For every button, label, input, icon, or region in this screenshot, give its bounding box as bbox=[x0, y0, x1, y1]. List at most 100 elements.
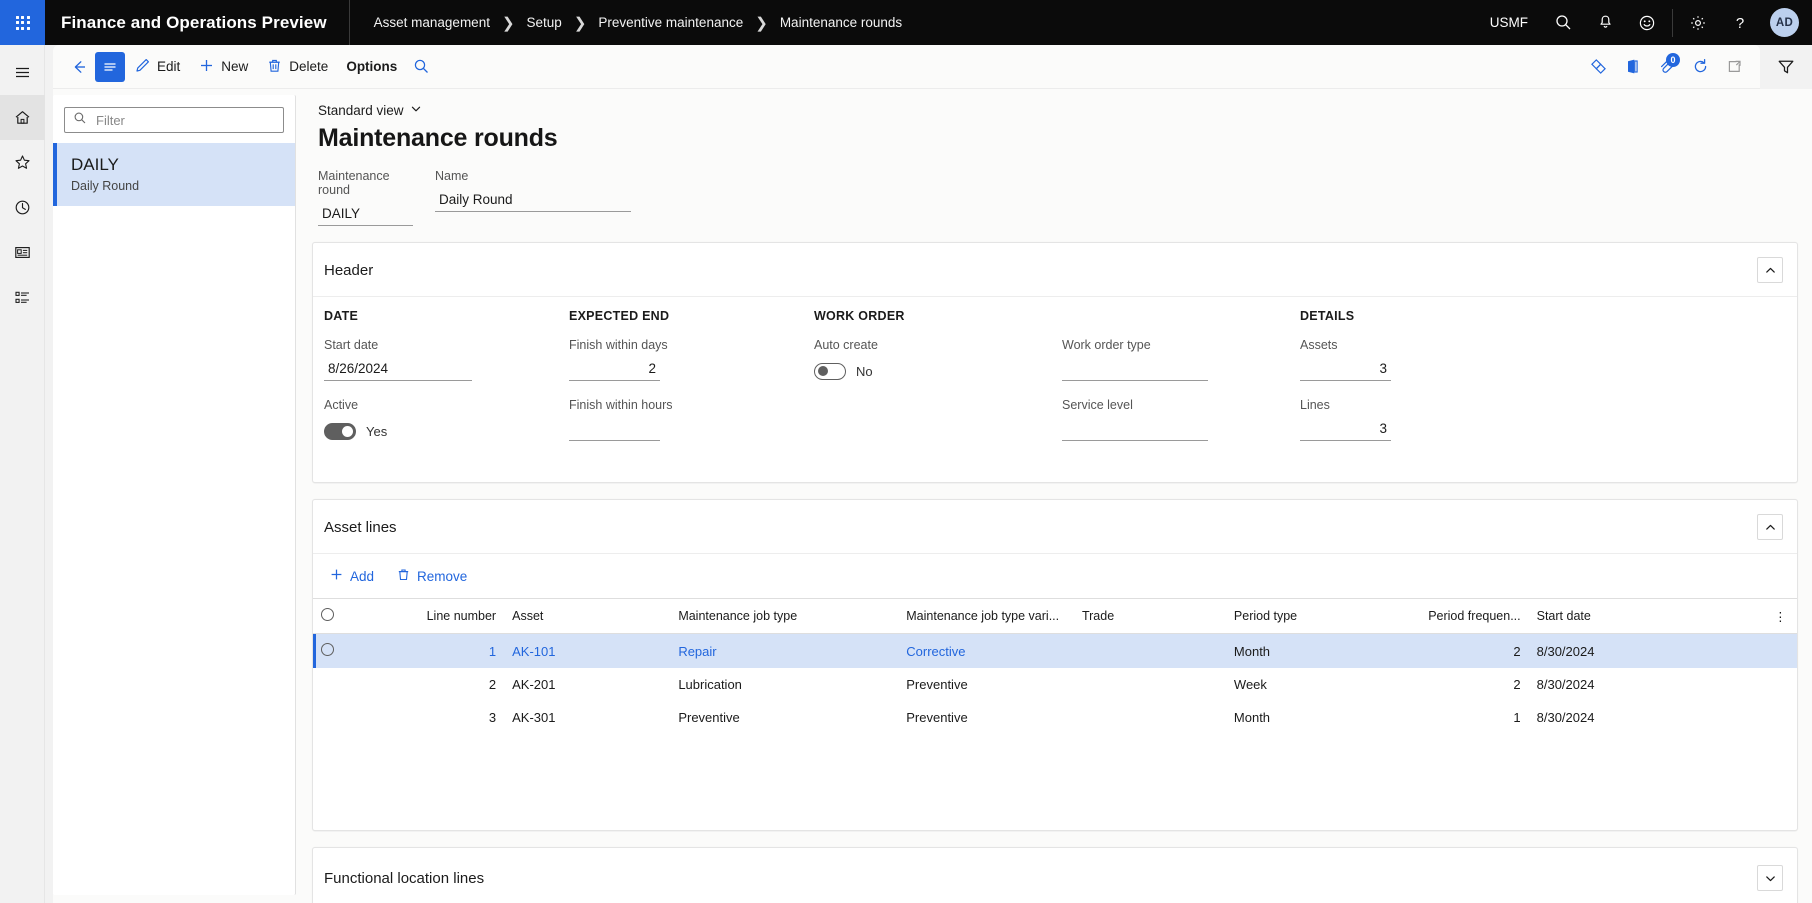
edit-pencil-icon bbox=[134, 57, 151, 77]
column-header-maintenance-job-type-variant[interactable]: Maintenance job type vari... bbox=[898, 598, 1074, 634]
header-fasttab-header[interactable]: Header bbox=[313, 243, 1797, 297]
add-line-button[interactable]: Add bbox=[321, 563, 382, 589]
maintenance-round-input[interactable]: DAILY bbox=[318, 204, 413, 226]
action-pane: Edit New Delete Options 0 bbox=[53, 45, 1760, 89]
service-level-input[interactable] bbox=[1062, 419, 1208, 441]
action-search-button[interactable] bbox=[406, 52, 437, 82]
refresh-icon[interactable] bbox=[1684, 52, 1716, 82]
open-in-new-window-icon[interactable] bbox=[1718, 52, 1750, 82]
breadcrumb-item-asset-management[interactable]: Asset management bbox=[368, 13, 496, 32]
cell-maintenance-job-type[interactable]: Repair bbox=[670, 634, 898, 669]
breadcrumb-item-setup[interactable]: Setup bbox=[521, 13, 568, 32]
feedback-smiley-icon[interactable] bbox=[1626, 0, 1668, 45]
row-select-cell[interactable] bbox=[313, 668, 379, 701]
modules-list-icon[interactable] bbox=[0, 275, 45, 320]
action-pane-row: Edit New Delete Options 0 bbox=[45, 45, 1812, 89]
avatar[interactable]: AD bbox=[1770, 8, 1799, 37]
cell-line-number: 1 bbox=[488, 643, 497, 659]
filter-input[interactable] bbox=[94, 111, 275, 129]
delete-button[interactable]: Delete bbox=[257, 52, 337, 82]
functional-location-lines-fasttab: Functional location lines bbox=[312, 847, 1798, 903]
maintenance-round-field: Maintenance round DAILY bbox=[318, 169, 413, 226]
select-all-header[interactable] bbox=[313, 598, 380, 634]
header-fasttab-collapse-button[interactable] bbox=[1757, 257, 1783, 283]
select-all-radio-icon[interactable] bbox=[321, 608, 334, 621]
cell-maintenance-job-type-variant[interactable]: Corrective bbox=[898, 634, 1074, 669]
search-icon[interactable] bbox=[1542, 0, 1584, 45]
cell-period-frequency: 1 bbox=[1513, 710, 1521, 725]
header-fasttab-title: Header bbox=[324, 261, 374, 279]
edit-button-label: Edit bbox=[157, 59, 181, 74]
help-question-icon[interactable]: ? bbox=[1719, 0, 1761, 45]
cell-line-number: 2 bbox=[488, 677, 497, 692]
name-input[interactable]: Daily Round bbox=[435, 190, 631, 212]
asset-lines-fasttab-header[interactable]: Asset lines bbox=[313, 500, 1797, 554]
home-icon[interactable] bbox=[0, 95, 45, 140]
column-header-period-type[interactable]: Period type bbox=[1225, 598, 1399, 634]
column-header-line-number[interactable]: Line number bbox=[379, 598, 505, 634]
options-button[interactable]: Options bbox=[337, 52, 406, 82]
workspaces-icon[interactable] bbox=[0, 230, 45, 275]
cell-trade bbox=[1074, 701, 1226, 734]
app-title: Finance and Operations Preview bbox=[61, 12, 327, 32]
add-line-button-label: Add bbox=[350, 568, 375, 584]
column-header-start-date[interactable]: Start date bbox=[1528, 598, 1767, 634]
recent-clock-icon[interactable] bbox=[0, 185, 45, 230]
table-row[interactable]: 1 AK-101 Repair Corrective Month 2 8/30/… bbox=[313, 633, 1797, 669]
hamburger-menu-icon[interactable] bbox=[0, 50, 45, 95]
show-list-toggle-button[interactable] bbox=[95, 51, 125, 82]
attachments-icon[interactable]: 0 bbox=[1650, 52, 1682, 82]
filter-box[interactable] bbox=[64, 107, 284, 133]
functional-location-lines-header[interactable]: Functional location lines bbox=[313, 848, 1797, 903]
page-body: Edit New Delete Options 0 Filter DAILY D… bbox=[0, 45, 1812, 903]
lines-label: Lines bbox=[1300, 398, 1330, 412]
view-selector[interactable]: Standard view bbox=[296, 89, 422, 118]
relationships-icon[interactable] bbox=[1582, 52, 1614, 82]
favorites-star-icon[interactable] bbox=[0, 140, 45, 185]
work-order-type-input[interactable] bbox=[1062, 359, 1208, 381]
breadcrumb-item-maintenance-rounds[interactable]: Maintenance rounds bbox=[774, 13, 908, 32]
finish-within-days-input[interactable]: 2 bbox=[569, 359, 660, 381]
cell-trade bbox=[1074, 634, 1226, 669]
grid-options-kebab-icon[interactable]: ⋮ bbox=[1766, 598, 1797, 634]
row-select-cell[interactable] bbox=[313, 633, 379, 669]
edit-button[interactable]: Edit bbox=[125, 52, 189, 82]
active-toggle[interactable] bbox=[324, 422, 356, 440]
functional-location-lines-expand-button[interactable] bbox=[1757, 865, 1783, 891]
start-date-input[interactable]: 8/26/2024 bbox=[324, 359, 472, 381]
breadcrumb-item-preventive-maintenance[interactable]: Preventive maintenance bbox=[592, 13, 749, 32]
remove-line-button[interactable]: Remove bbox=[388, 563, 475, 589]
table-row[interactable]: 3 AK-301 Preventive Preventive Month 1 8… bbox=[313, 701, 1797, 734]
header-fields-grid: DATE Start date 8/26/2024 Active Yes EXP… bbox=[313, 297, 1797, 482]
company-selector[interactable]: USMF bbox=[1476, 15, 1542, 30]
cell-maintenance-job-type-variant: Preventive bbox=[906, 677, 968, 692]
asset-lines-fasttab: Asset lines Add Remove Line number Asset… bbox=[312, 499, 1798, 831]
finish-within-hours-input[interactable] bbox=[569, 419, 660, 441]
cell-asset[interactable]: AK-101 bbox=[504, 634, 670, 669]
column-header-asset[interactable]: Asset bbox=[504, 598, 671, 634]
finish-within-hours-field: Finish within hours bbox=[569, 398, 814, 441]
auto-create-toggle[interactable] bbox=[814, 362, 846, 380]
row-select-cell[interactable] bbox=[313, 701, 379, 734]
cell-row-end bbox=[1766, 701, 1797, 734]
filter-funnel-icon[interactable] bbox=[1760, 45, 1812, 89]
settings-gear-icon[interactable] bbox=[1677, 0, 1719, 45]
column-header-period-frequency[interactable]: Period frequen... bbox=[1398, 598, 1529, 634]
row-radio-icon[interactable] bbox=[321, 643, 334, 656]
notifications-bell-icon[interactable] bbox=[1584, 0, 1626, 45]
cell-maintenance-job-type: Preventive bbox=[678, 710, 740, 725]
start-date-label: Start date bbox=[324, 338, 379, 352]
active-label: Active bbox=[324, 398, 359, 412]
column-header-trade[interactable]: Trade bbox=[1073, 598, 1226, 634]
asset-lines-collapse-button[interactable] bbox=[1757, 514, 1783, 540]
table-row[interactable]: 2 AK-201 Lubrication Preventive Week 2 8… bbox=[313, 668, 1797, 701]
auto-create-field: Auto create No bbox=[814, 338, 1062, 383]
app-launcher-waffle-button[interactable] bbox=[0, 0, 45, 45]
list-item[interactable]: DAILY Daily Round bbox=[53, 143, 295, 206]
back-button[interactable] bbox=[63, 52, 95, 82]
column-header-maintenance-job-type[interactable]: Maintenance job type bbox=[670, 598, 899, 634]
new-button[interactable]: New bbox=[189, 52, 257, 82]
active-toggle-value: Yes bbox=[366, 423, 388, 439]
office-app-icon[interactable] bbox=[1616, 52, 1648, 82]
assets-field: Assets 3 bbox=[1300, 338, 1460, 381]
